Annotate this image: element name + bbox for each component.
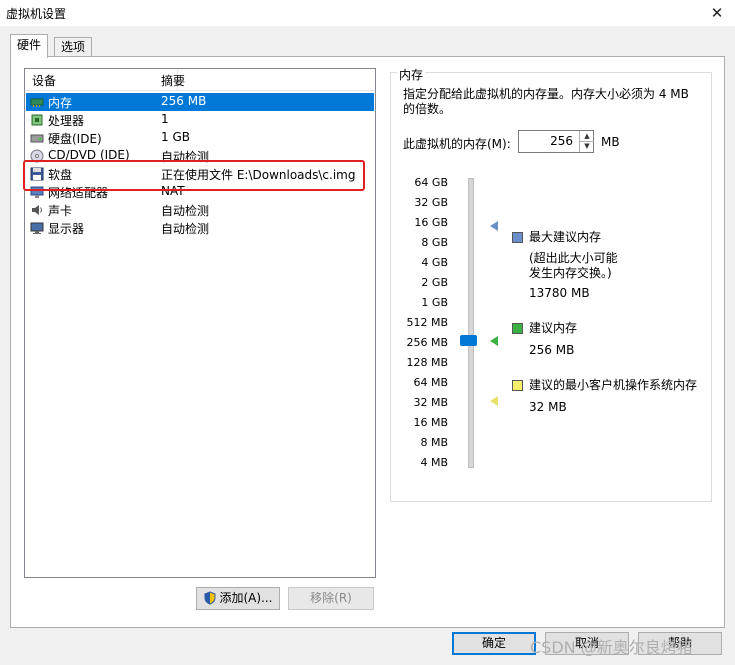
- slider-tick-label: 4 MB: [420, 456, 448, 469]
- spin-down-button[interactable]: ▼: [580, 141, 594, 151]
- device-summary: 1: [161, 112, 169, 126]
- legend-recommended-value: 256 MB: [529, 343, 575, 357]
- memory-slider-thumb[interactable]: [460, 335, 477, 346]
- device-row-hard-disk[interactable]: 硬盘(IDE) 1 GB: [26, 129, 374, 147]
- title-bar: 虚拟机设置 ✕: [0, 0, 735, 26]
- device-name: 内存: [48, 96, 73, 110]
- memory-size-value: 256: [550, 134, 573, 148]
- column-header-device[interactable]: 设备: [32, 72, 56, 89]
- device-summary: 1 GB: [161, 130, 190, 144]
- device-name: 显示器: [48, 222, 85, 236]
- close-button[interactable]: ✕: [706, 2, 728, 24]
- memory-group-label: 内存: [397, 66, 426, 83]
- slider-tick-label: 512 MB: [406, 316, 448, 329]
- memory-unit: MB: [601, 135, 620, 149]
- memory-slider-track[interactable]: [468, 178, 474, 468]
- memory-spinner[interactable]: ▲ ▼: [579, 131, 594, 152]
- legend-max-title: 最大建议内存: [529, 230, 602, 244]
- hard-disk-icon: [30, 134, 44, 143]
- tab-hardware[interactable]: 硬件: [10, 34, 49, 58]
- device-summary: 自动检测: [161, 204, 210, 218]
- slider-tick-label: 64 GB: [414, 176, 448, 189]
- device-row-processor[interactable]: 处理器 1: [26, 111, 374, 129]
- max-recommended-marker: [490, 221, 498, 231]
- watermark: CSDN @新奥尔良烤猪: [530, 638, 693, 657]
- legend-max-note-line2: 发生内存交换。): [529, 266, 612, 280]
- slider-tick-label: 2 GB: [421, 276, 448, 289]
- column-header-summary[interactable]: 摘要: [161, 72, 185, 89]
- slider-tick-label: 64 MB: [413, 376, 448, 389]
- slider-tick-label: 8 GB: [421, 236, 448, 249]
- remove-device-button[interactable]: 移除(R): [288, 587, 374, 610]
- slider-tick-label: 8 MB: [420, 436, 448, 449]
- memory-size-input[interactable]: 256 ▲ ▼: [518, 130, 594, 153]
- device-name: 处理器: [48, 114, 85, 128]
- slider-tick-label: 1 GB: [421, 296, 448, 309]
- list-header: 设备 摘要: [25, 69, 375, 91]
- floppy-highlight-box: [23, 160, 365, 191]
- ok-button[interactable]: 确定: [452, 632, 536, 655]
- memory-icon: [30, 98, 44, 107]
- slider-tick-label: 256 MB: [406, 336, 448, 349]
- slider-tick-label: 4 GB: [421, 256, 448, 269]
- add-button-label: 添加(A)...: [219, 591, 273, 605]
- device-list[interactable]: 设备 摘要 内存 256 MB 处理器 1 硬盘(IDE) 1 GB CD/DV…: [24, 68, 376, 578]
- device-row-display[interactable]: 显示器 自动检测: [26, 219, 374, 237]
- recommended-marker: [490, 336, 498, 346]
- slider-tick-label: 128 MB: [406, 356, 448, 369]
- legend-min-swatch: [512, 380, 523, 391]
- legend-max-value: 13780 MB: [529, 286, 590, 300]
- processor-icon: [31, 114, 43, 126]
- memory-description: 指定分配给此虚拟机的内存量。内存大小必须为 4 MB 的倍数。: [403, 87, 689, 116]
- legend-recommended-title: 建议内存: [529, 321, 578, 335]
- device-name: 声卡: [48, 204, 73, 218]
- tab-options[interactable]: 选项: [54, 37, 93, 56]
- slider-tick-label: 16 GB: [414, 216, 448, 229]
- legend-max-note-line1: (超出此大小可能: [529, 251, 618, 265]
- slider-tick-label: 32 GB: [414, 196, 448, 209]
- legend-min-title: 建议的最小客户机操作系统内存: [529, 378, 698, 392]
- device-summary: 自动检测: [161, 222, 210, 236]
- legend-recommended-swatch: [512, 323, 523, 334]
- device-row-sound-card[interactable]: 声卡 自动检测: [26, 201, 374, 219]
- add-device-button[interactable]: 添加(A)...: [196, 587, 280, 610]
- legend-max-swatch: [512, 232, 523, 243]
- device-row-memory[interactable]: 内存 256 MB: [26, 93, 374, 111]
- slider-tick-label: 16 MB: [413, 416, 448, 429]
- shield-icon: [204, 591, 216, 605]
- min-recommended-marker: [490, 396, 498, 406]
- sound-card-icon: [32, 205, 42, 215]
- device-summary: 256 MB: [161, 94, 207, 108]
- device-name: 硬盘(IDE): [48, 132, 102, 146]
- memory-field-label: 此虚拟机的内存(M):: [403, 137, 511, 151]
- slider-tick-label: 32 MB: [413, 396, 448, 409]
- legend-min-value: 32 MB: [529, 400, 567, 414]
- display-icon: [30, 222, 44, 234]
- window-title: 虚拟机设置: [6, 7, 67, 21]
